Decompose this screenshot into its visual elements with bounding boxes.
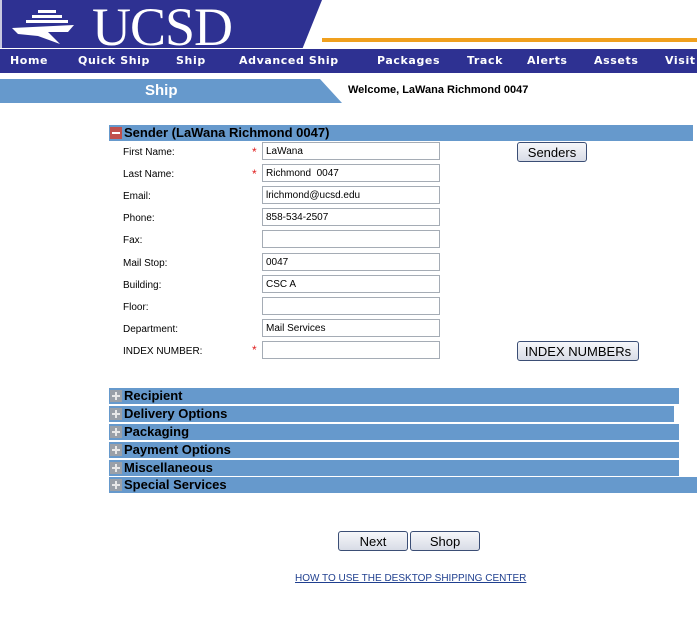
section-delivery-options[interactable]: Delivery Options — [109, 406, 674, 422]
section-sender-label: Sender (LaWana Richmond 0047) — [124, 125, 330, 140]
expand-icon[interactable] — [110, 444, 122, 456]
next-button[interactable]: Next — [338, 531, 408, 551]
section-recipient-label: Recipient — [124, 388, 183, 403]
expand-icon[interactable] — [110, 408, 122, 420]
nav-ship[interactable]: Ship — [176, 54, 206, 67]
nav-track[interactable]: Track — [467, 54, 503, 67]
fax-label: Fax: — [123, 235, 143, 246]
nav-alerts[interactable]: Alerts — [527, 54, 568, 67]
welcome-text: Welcome, LaWana Richmond 0047 — [348, 84, 529, 96]
floor-label: Floor: — [123, 302, 149, 313]
first-name-field[interactable] — [262, 142, 440, 160]
main-nav: Home Quick Ship Ship Advanced Ship Packa… — [0, 49, 697, 73]
last-name-field[interactable] — [262, 164, 440, 182]
nav-assets[interactable]: Assets — [594, 54, 638, 67]
nav-visit[interactable]: Visit — [665, 54, 696, 67]
section-recipient[interactable]: Recipient — [109, 388, 679, 404]
email-field[interactable] — [262, 186, 440, 204]
section-miscellaneous-label: Miscellaneous — [124, 460, 213, 475]
index-number-field[interactable] — [262, 341, 440, 359]
page-subheader: Ship Welcome, LaWana Richmond 0047 — [0, 79, 697, 103]
phone-field[interactable] — [262, 208, 440, 226]
fax-field[interactable] — [262, 230, 440, 248]
section-payment-options-label: Payment Options — [124, 442, 231, 457]
accent-line — [322, 38, 697, 42]
section-payment-options[interactable]: Payment Options — [109, 442, 679, 458]
expand-icon[interactable] — [110, 462, 122, 474]
phone-label: Phone: — [123, 213, 155, 224]
last-name-label: Last Name: — [123, 169, 175, 180]
nav-advanced-ship[interactable]: Advanced Ship — [239, 54, 339, 67]
collapse-icon[interactable] — [110, 127, 122, 139]
required-marker: * — [252, 167, 257, 181]
first-name-label: First Name: — [123, 147, 175, 158]
section-sender[interactable]: Sender (LaWana Richmond 0047) — [109, 125, 693, 141]
nav-quick-ship[interactable]: Quick Ship — [78, 54, 150, 67]
ucsd-logo[interactable]: UCSD — [0, 0, 322, 48]
expand-icon[interactable] — [110, 390, 122, 402]
mail-stop-field[interactable] — [262, 253, 440, 271]
nav-home[interactable]: Home — [10, 54, 48, 67]
department-label: Department: — [123, 324, 179, 335]
mail-stop-label: Mail Stop: — [123, 258, 168, 269]
page-title: Ship — [145, 82, 178, 99]
index-number-label: INDEX NUMBER: — [123, 346, 203, 357]
ship-logo-icon — [12, 10, 74, 44]
section-special-services[interactable]: Special Services — [109, 477, 697, 493]
required-marker: * — [252, 145, 257, 159]
section-delivery-options-label: Delivery Options — [124, 406, 228, 421]
required-marker: * — [252, 343, 257, 357]
senders-button[interactable]: Senders — [517, 142, 587, 162]
shop-button[interactable]: Shop — [410, 531, 480, 551]
floor-field[interactable] — [262, 297, 440, 315]
index-numbers-button[interactable]: INDEX NUMBERs — [517, 341, 639, 361]
logo-edge — [0, 0, 2, 48]
help-link[interactable]: HOW TO USE THE DESKTOP SHIPPING CENTER — [295, 573, 526, 584]
building-field[interactable] — [262, 275, 440, 293]
building-label: Building: — [123, 280, 162, 291]
email-label: Email: — [123, 191, 151, 202]
section-miscellaneous[interactable]: Miscellaneous — [109, 460, 679, 476]
section-packaging-label: Packaging — [124, 424, 190, 439]
section-special-services-label: Special Services — [124, 477, 227, 492]
header: UCSD — [0, 0, 697, 48]
expand-icon[interactable] — [110, 479, 122, 491]
section-packaging[interactable]: Packaging — [109, 424, 679, 440]
nav-packages[interactable]: Packages — [377, 54, 440, 67]
expand-icon[interactable] — [110, 426, 122, 438]
department-field[interactable] — [262, 319, 440, 337]
